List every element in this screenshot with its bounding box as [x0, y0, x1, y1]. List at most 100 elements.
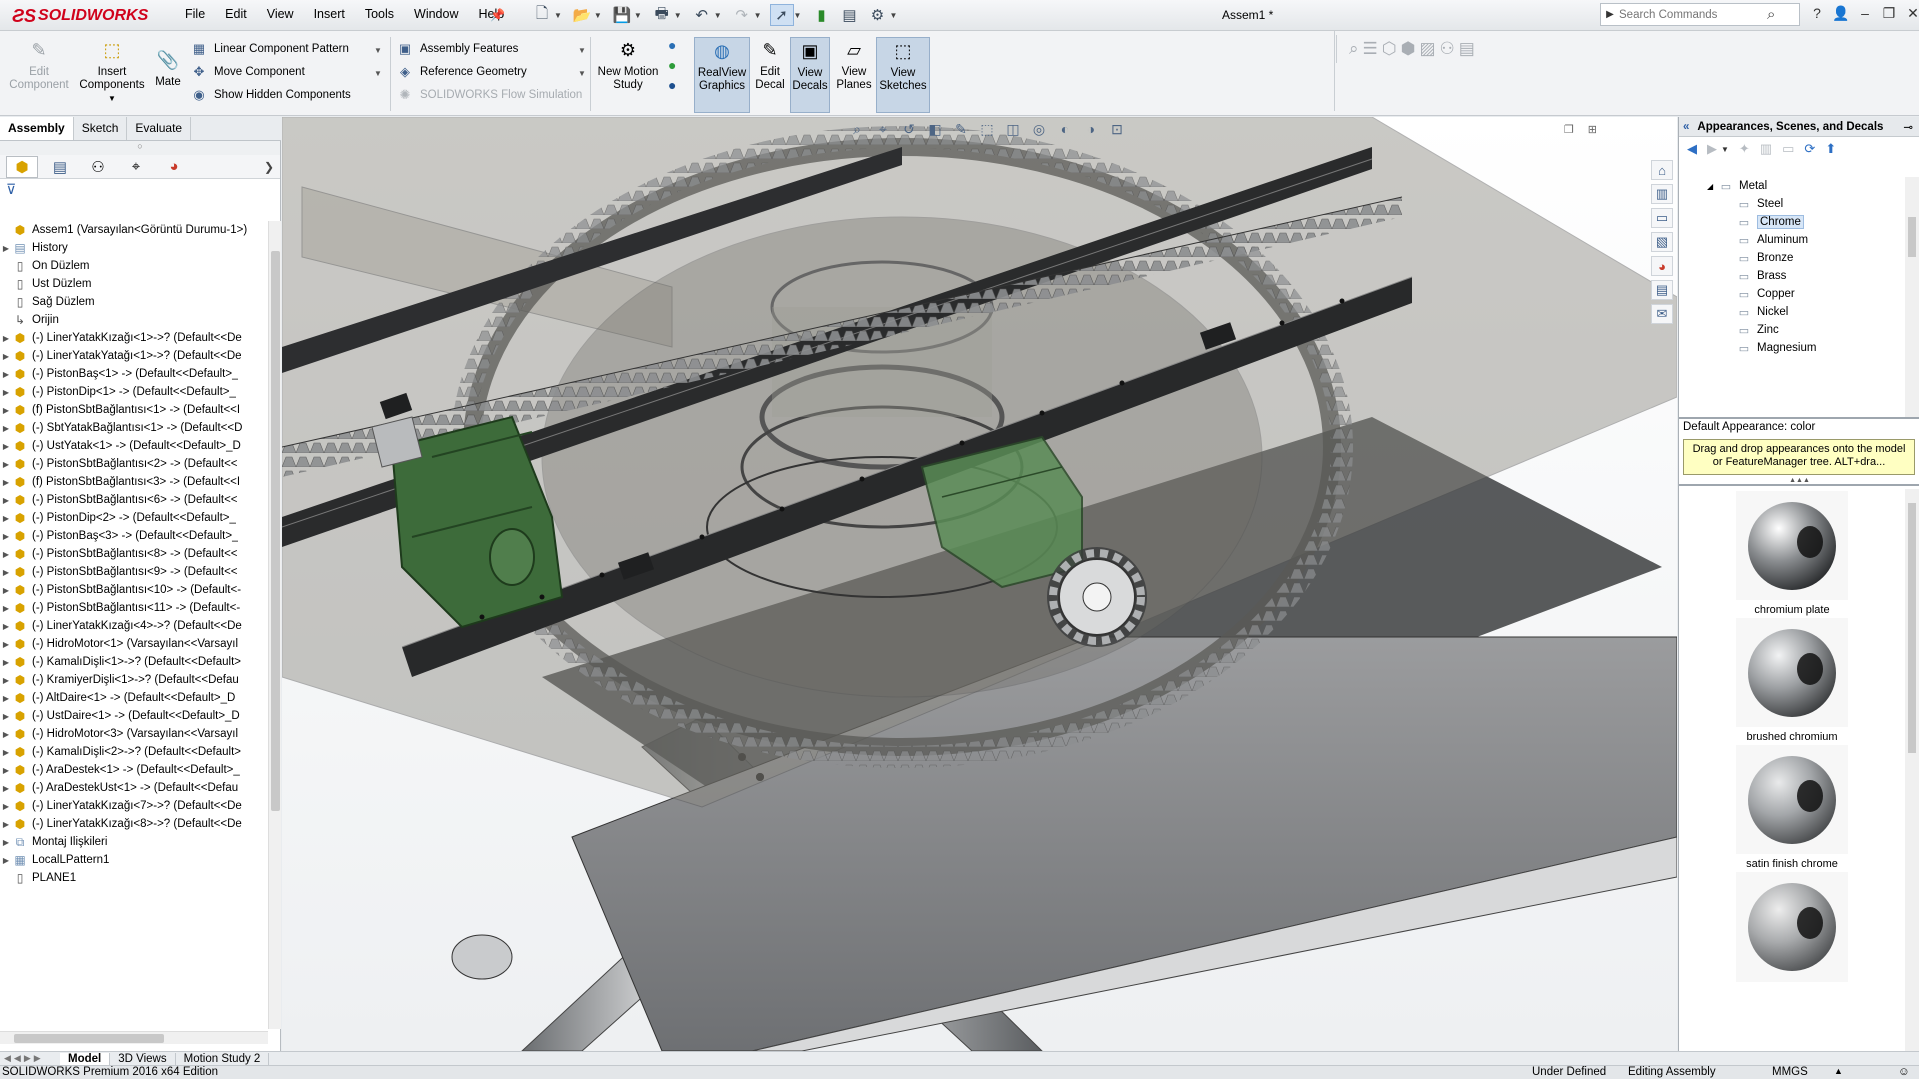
filter-icon[interactable]: ⊽ — [0, 179, 280, 199]
up-folder-icon[interactable]: ⬆ — [1825, 141, 1836, 157]
zoom-area-icon[interactable]: ⌖ — [873, 121, 893, 138]
list-disabled-icon[interactable]: ☰ — [1363, 39, 1378, 59]
expand-arrow-icon[interactable]: ▶ — [0, 244, 12, 253]
back-arrow-icon[interactable]: ◀ — [1687, 141, 1697, 157]
folder-icon[interactable]: ▭ — [1782, 141, 1794, 157]
edit-decal-button[interactable]: ✎ Edit Decal — [752, 37, 788, 113]
print-icon[interactable]: 🖶 — [650, 4, 674, 26]
expand-arrow-icon[interactable]: ▶ — [0, 604, 12, 613]
expand-arrow-icon[interactable]: ▶ — [0, 766, 12, 775]
file-properties-icon[interactable]: ▤ — [837, 4, 861, 26]
tree-horizontal-scrollbar[interactable] — [0, 1031, 268, 1044]
tree-folder-item[interactable]: ▭ Brass — [1679, 267, 1905, 285]
expand-arrow-icon[interactable]: ▶ — [0, 820, 12, 829]
search-commands[interactable]: ▶ ⌕ — [1600, 3, 1800, 26]
close-icon[interactable]: ✕ — [1904, 5, 1919, 22]
tree-node[interactable]: ▶ ⬢ (-) LinerYatakKızağı<4>->? (Default<<D… — [0, 617, 268, 635]
file-explorer-icon[interactable]: ▭ — [1651, 208, 1673, 228]
user-icon[interactable]: 👤 — [1832, 5, 1850, 22]
new-caret-icon[interactable]: ▼ — [554, 11, 562, 20]
assembly-features-button[interactable]: ▣ Assembly Features — [396, 38, 519, 60]
expand-arrow-icon[interactable]: ▶ — [0, 640, 12, 649]
tree-folder-metal[interactable]: ◢ ▭ Metal — [1679, 177, 1905, 195]
view-sketches-button[interactable]: ⬚ View Sketches — [876, 37, 930, 113]
mate-button[interactable]: 📎 Mate — [150, 37, 186, 113]
section-view-icon[interactable]: ◧ — [925, 121, 945, 138]
search-icon[interactable]: ⌕ — [1767, 6, 1775, 23]
appearance-swatch[interactable] — [1679, 870, 1905, 997]
redo-icon[interactable]: ↷ — [730, 4, 754, 26]
tree-node[interactable]: ▶ ▤ History — [0, 239, 268, 257]
tree-node[interactable]: ▯ PLANE1 — [0, 869, 268, 887]
forward-arrow-icon[interactable]: ▶ — [1707, 141, 1717, 157]
tree-node[interactable]: ↳ Orijin — [0, 311, 268, 329]
save-caret-icon[interactable]: ▼ — [634, 11, 642, 20]
linear-pattern-caret-icon[interactable]: ▼ — [374, 46, 382, 55]
appearance-swatch[interactable]: brushed chromium — [1679, 616, 1905, 743]
tree-node[interactable]: ▶ ⧉ Montaj İlişkileri — [0, 833, 268, 851]
quick-tips-icon[interactable]: ☺ — [1898, 1066, 1910, 1078]
tab-3d-views[interactable]: 3D Views — [110, 1052, 176, 1065]
folder-tree-scrollbar[interactable] — [1905, 177, 1919, 417]
expand-arrow-icon[interactable]: ▶ — [0, 622, 12, 631]
expand-arrow-icon[interactable]: ▶ — [0, 802, 12, 811]
library-icon[interactable]: ▥ — [1760, 141, 1772, 157]
show-hidden-components-button[interactable]: ◉ Show Hidden Components — [190, 84, 350, 106]
panel-handle[interactable]: ○ — [0, 141, 280, 155]
expand-arrow-icon[interactable]: ▶ — [0, 514, 12, 523]
expand-arrow-icon[interactable]: ▶ — [0, 784, 12, 793]
menu-view[interactable]: View — [257, 7, 304, 21]
zoom-to-fit-icon[interactable]: ⌕ — [847, 121, 867, 138]
tree-node[interactable]: ▶ ⬢ (-) LinerYatakKızağı<7>->? (Default<<D… — [0, 797, 268, 815]
expand-arrow-icon[interactable]: ▶ — [0, 838, 12, 847]
tree-folder-item[interactable]: ▭ Steel — [1679, 195, 1905, 213]
tree-node[interactable]: ▶ ⬢ (-) ÜstYatak<1> -> (Default<<Default>_… — [0, 437, 268, 455]
tab-motion-study-2[interactable]: Motion Study 2 — [176, 1052, 270, 1065]
tab-evaluate[interactable]: Evaluate — [127, 117, 192, 140]
tree-folder-item[interactable]: ▭ Copper — [1679, 285, 1905, 303]
tree-node[interactable]: ▶ ⬢ (f) PistonSbtBağlantısı<3> -> (Default… — [0, 473, 268, 491]
tree-node[interactable]: ▯ Sağ Düzlem — [0, 293, 268, 311]
menu-edit[interactable]: Edit — [215, 7, 257, 21]
tree-node[interactable]: ▶ ⬢ (-) PistonDip<2> -> (Default<<Default>… — [0, 509, 268, 527]
history-caret-icon[interactable]: ▼ — [1721, 145, 1729, 154]
scroll-thumb[interactable] — [271, 251, 280, 811]
options-caret-icon[interactable]: ▼ — [889, 11, 897, 20]
appearance-sphere-icon[interactable]: ● — [668, 37, 676, 53]
select-cursor-icon[interactable]: ➚ — [769, 4, 794, 26]
expand-arrow-icon[interactable]: ▶ — [0, 658, 12, 667]
viewport-restore-icon[interactable]: ❐ — [1564, 123, 1574, 136]
tab-scroll-arrows-icon[interactable]: ◀◀▶▶ — [0, 1053, 60, 1064]
realview-sphere-icon[interactable]: ● — [668, 77, 676, 93]
swatch-scrollbar[interactable] — [1905, 489, 1919, 1051]
apply-scene-icon[interactable]: ◑ — [1081, 121, 1101, 138]
menu-tools[interactable]: Tools — [355, 7, 404, 21]
doc-disabled-icon[interactable]: ▤ — [1459, 39, 1475, 59]
tree-node[interactable]: ▶ ⬢ (-) PistonSbtBağlantısı<2> -> (Default… — [0, 455, 268, 473]
expand-arrow-icon[interactable]: ▶ — [0, 748, 12, 757]
view-settings-icon[interactable]: ⊡ — [1107, 121, 1127, 138]
custom-properties-icon[interactable]: ▤ — [1651, 280, 1673, 300]
appearance-swatch[interactable]: satin finish chrome — [1679, 743, 1905, 870]
select-caret-icon[interactable]: ▼ — [794, 11, 802, 20]
tree-node[interactable]: ▶ ⬢ (-) AltDaire<1> -> (Default<<Default>_… — [0, 689, 268, 707]
expand-arrow-icon[interactable]: ▶ — [0, 568, 12, 577]
undo-icon[interactable]: ↶ — [690, 4, 714, 26]
tree-node[interactable]: ▶ ⬢ (-) SbtYatakBağlantısı<1> -> (Default<… — [0, 419, 268, 437]
insert-caret-icon[interactable]: ▼ — [108, 92, 116, 105]
units-caret-icon[interactable]: ▲ — [1834, 1066, 1843, 1076]
tab-sketch[interactable]: Sketch — [74, 117, 128, 140]
move-component-button[interactable]: ✥ Move Component — [190, 61, 305, 83]
tree-node[interactable]: ▶ ⬢ (f) PistonSbtBağlantısı<1> -> (Default… — [0, 401, 268, 419]
print-caret-icon[interactable]: ▼ — [674, 11, 682, 20]
tree-node[interactable]: ▶ ⬢ (-) PistonSbtBağlantısı<10> -> (Defaul… — [0, 581, 268, 599]
hide-disabled-icon[interactable]: ⬢ — [1401, 39, 1416, 59]
menu-file[interactable]: File — [175, 7, 215, 21]
expand-arrow-icon[interactable]: ▶ — [0, 424, 12, 433]
open-caret-icon[interactable]: ▼ — [594, 11, 602, 20]
scene-icon[interactable]: ● — [668, 57, 676, 73]
solidworks-logo[interactable]: ƧS SOLIDWORKS — [12, 5, 162, 27]
hide-show-items-icon[interactable]: ◎ — [1029, 121, 1049, 138]
tree-node[interactable]: ▶ ⬢ (-) ÜstDaire<1> -> (Default<<Default>_… — [0, 707, 268, 725]
menu-insert[interactable]: Insert — [304, 7, 355, 21]
